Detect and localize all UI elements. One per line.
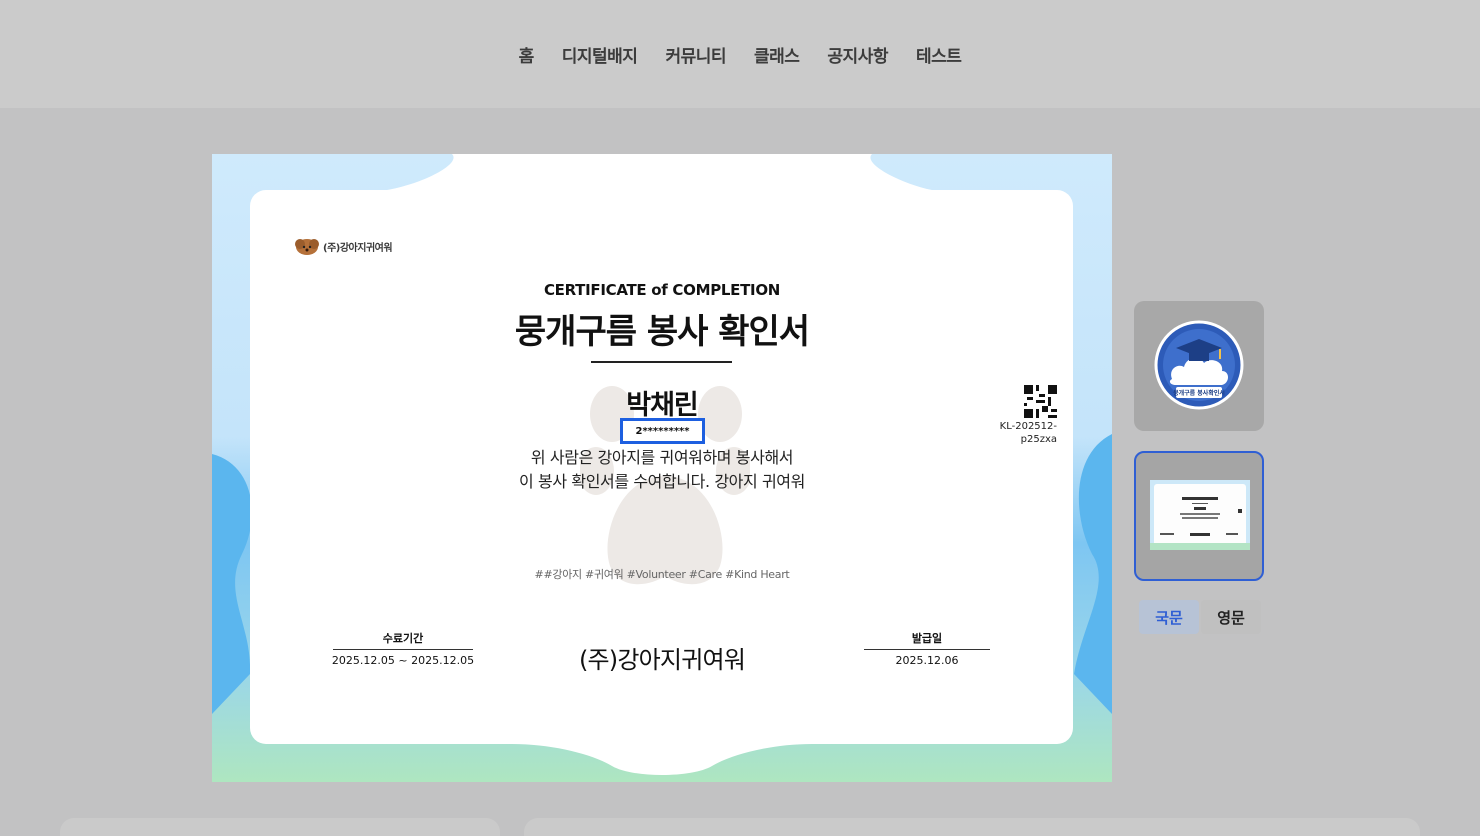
title-divider <box>591 361 732 363</box>
certificate-mini-icon <box>1150 480 1250 550</box>
nav-item-home[interactable]: 홈 <box>519 42 535 67</box>
certificate-preview: (주)강아지귀여워 CERTIFICATE of COMPLETION 뭉개구름… <box>212 154 1112 782</box>
description-line-2: 이 봉사 확인서를 수여합니다. 강아지 귀여워 <box>519 472 805 491</box>
dog-icon <box>295 239 319 255</box>
tab-korean[interactable]: 국문 <box>1139 600 1199 634</box>
certificate-heading-en: CERTIFICATE of COMPLETION <box>543 281 781 299</box>
nav-item-test[interactable]: 테스트 <box>916 42 962 67</box>
tab-english[interactable]: 영문 <box>1201 600 1261 634</box>
recipient-name: 박채린 <box>626 390 699 421</box>
bottom-card-left <box>60 818 500 836</box>
certificate-description: 위 사람은 강아지를 귀여워하며 봉사해서 이 봉사 확인서를 수여합니다. 강… <box>212 446 1112 494</box>
brand-name: (주)강아지귀여워 <box>323 242 393 254</box>
issue-date-value: 2025.12.06 <box>895 654 959 667</box>
masked-id-field[interactable]: 2********* <box>620 418 705 444</box>
certificate-thumbnail-selected[interactable] <box>1134 451 1264 581</box>
nav-item-community[interactable]: 커뮤니티 <box>665 42 726 67</box>
nav-item-digital-badge[interactable]: 디지털배지 <box>562 42 638 67</box>
hashtags: ##강아지 #귀여워 #Volunteer #Care #Kind Heart <box>534 568 790 581</box>
description-line-1: 위 사람은 강아지를 귀여워하며 봉사해서 <box>530 448 794 467</box>
certificate-code-line-2: p25zxa <box>1020 434 1057 445</box>
certificate-code: KL-202512- p25zxa <box>982 420 1057 446</box>
nav-item-notice[interactable]: 공지사항 <box>827 42 888 67</box>
brand-logo: (주)강아지귀여워 <box>294 236 393 256</box>
nav-item-class[interactable]: 클래스 <box>754 42 800 67</box>
top-navigation: 홈 디지털배지 커뮤니티 클래스 공지사항 테스트 <box>0 0 1480 108</box>
badge-thumbnail-text: 뭉개구름 봉사확인서 <box>1173 389 1225 397</box>
badge-thumbnail-label: 뭉개구름 봉사확인서 <box>1173 389 1225 397</box>
badge-thumbnail[interactable]: 뭉개구름 봉사확인서 <box>1134 301 1264 431</box>
bottom-card-right <box>524 818 1420 836</box>
qr-code-icon <box>1024 385 1057 418</box>
issue-date-label: 발급일 <box>864 630 990 650</box>
certificate-title: 뭉개구름 봉사 확인서 <box>514 312 810 352</box>
language-tabs: 국문 영문 <box>1139 600 1261 634</box>
certificate-code-line-1: KL-202512- <box>999 421 1057 432</box>
